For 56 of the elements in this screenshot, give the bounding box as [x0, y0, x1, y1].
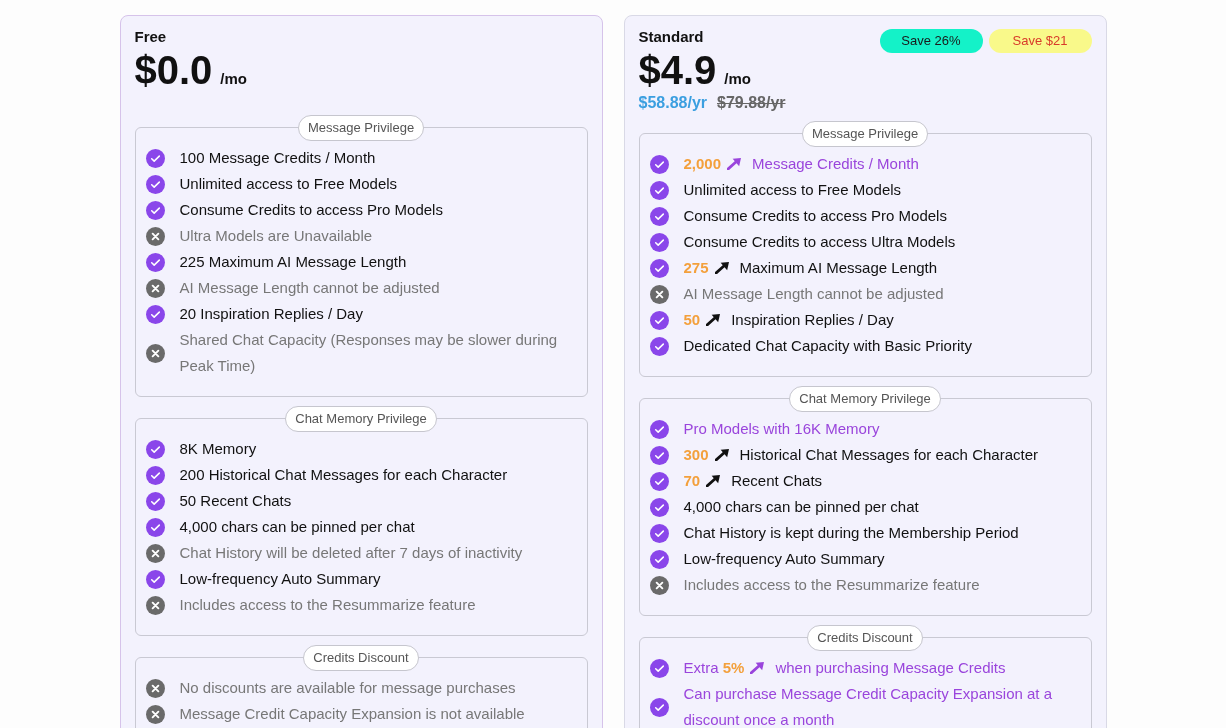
yearly-price: $58.88/yr [638, 94, 707, 112]
section-title: Message Privilege [801, 121, 929, 147]
section-title: Message Privilege [297, 115, 425, 141]
feature-text: 275 Maximum AI Message Length [683, 258, 939, 278]
section-title: Credits Discount [807, 625, 923, 651]
feature-text: 100 Message Credits / Month [179, 148, 377, 168]
arrow-icon [714, 261, 730, 274]
feature-text: Chat History is kept during the Membership Period [683, 523, 1020, 543]
feature-text: 4,000 chars can be pinned per chat [683, 497, 920, 517]
price-period: /mo [724, 70, 752, 87]
feature-text: Low-frequency Auto Summary [179, 569, 382, 589]
save-badge: Save $21 [988, 29, 1092, 53]
feature-text: Extra 5% when purchasing Message Credits [683, 658, 1007, 678]
feature-text: Consume Credits to access Pro Models [683, 206, 948, 226]
feature-text: 225 Maximum AI Message Length [179, 252, 408, 272]
feature-text: Consume Credits to access Ultra Models [683, 232, 957, 252]
plan-price: $4.9 [638, 48, 717, 92]
arrow-icon [727, 157, 743, 170]
arrow-icon [706, 474, 722, 487]
arrow-icon [714, 448, 730, 461]
feature-text: Message Credit Capacity Expansion is not available [179, 704, 526, 724]
feature-text: Includes access to the Resummarize feature [179, 595, 477, 615]
save-badge: Save 26% [879, 29, 983, 53]
feature-text: 50 Recent Chats [179, 491, 293, 511]
feature-text: 300 Historical Chat Messages for each Character [683, 445, 1039, 465]
feature-text: 50 Inspiration Replies / Day [683, 310, 895, 330]
feature-text: 4,000 chars can be pinned per chat [179, 517, 416, 537]
section-title: Credits Discount [303, 645, 419, 671]
price-period: /mo [220, 70, 248, 87]
feature-text: Unlimited access to Free Models [683, 180, 903, 200]
feature-text: 20 Inspiration Replies / Day [179, 304, 364, 324]
arrow-icon [706, 313, 722, 326]
feature-text: Pro Models with 16K Memory [683, 419, 881, 439]
feature-text: Ultra Models are Unavailable [179, 226, 374, 246]
feature-text: 200 Historical Chat Messages for each Character [179, 465, 509, 485]
feature-text: AI Message Length cannot be adjusted [683, 284, 945, 304]
plan-price: $0.0 [134, 48, 213, 92]
feature-text: Includes access to the Resummarize feature [683, 575, 981, 595]
feature-text: Unlimited access to Free Models [179, 174, 399, 194]
feature-text: Can purchase Message Credit Capacity Expansion at a discount once a month [683, 684, 1054, 728]
feature-text: Chat History will be deleted after 7 days of inactivity [179, 543, 524, 563]
plan-name: Free [134, 28, 167, 45]
feature-text: 70 Recent Chats [683, 471, 824, 491]
feature-text: Consume Credits to access Pro Models [179, 200, 444, 220]
section-title: Chat Memory Privilege [285, 406, 437, 432]
feature-text: 8K Memory [179, 439, 258, 459]
arrow-icon [750, 661, 766, 674]
feature-text: Low-frequency Auto Summary [683, 549, 886, 569]
feature-text: Dedicated Chat Capacity with Basic Priority [683, 336, 973, 356]
feature-text: AI Message Length cannot be adjusted [179, 278, 441, 298]
feature-text: 2,000 Message Credits / Month [683, 154, 920, 174]
section-title: Chat Memory Privilege [789, 386, 941, 412]
feature-text: Shared Chat Capacity (Responses may be slower during Peak Time) [179, 330, 559, 376]
plan-name: Standard [638, 28, 704, 45]
feature-text: No discounts are available for message purchases [179, 678, 517, 698]
original-yearly-price: $79.88/yr [717, 94, 786, 112]
